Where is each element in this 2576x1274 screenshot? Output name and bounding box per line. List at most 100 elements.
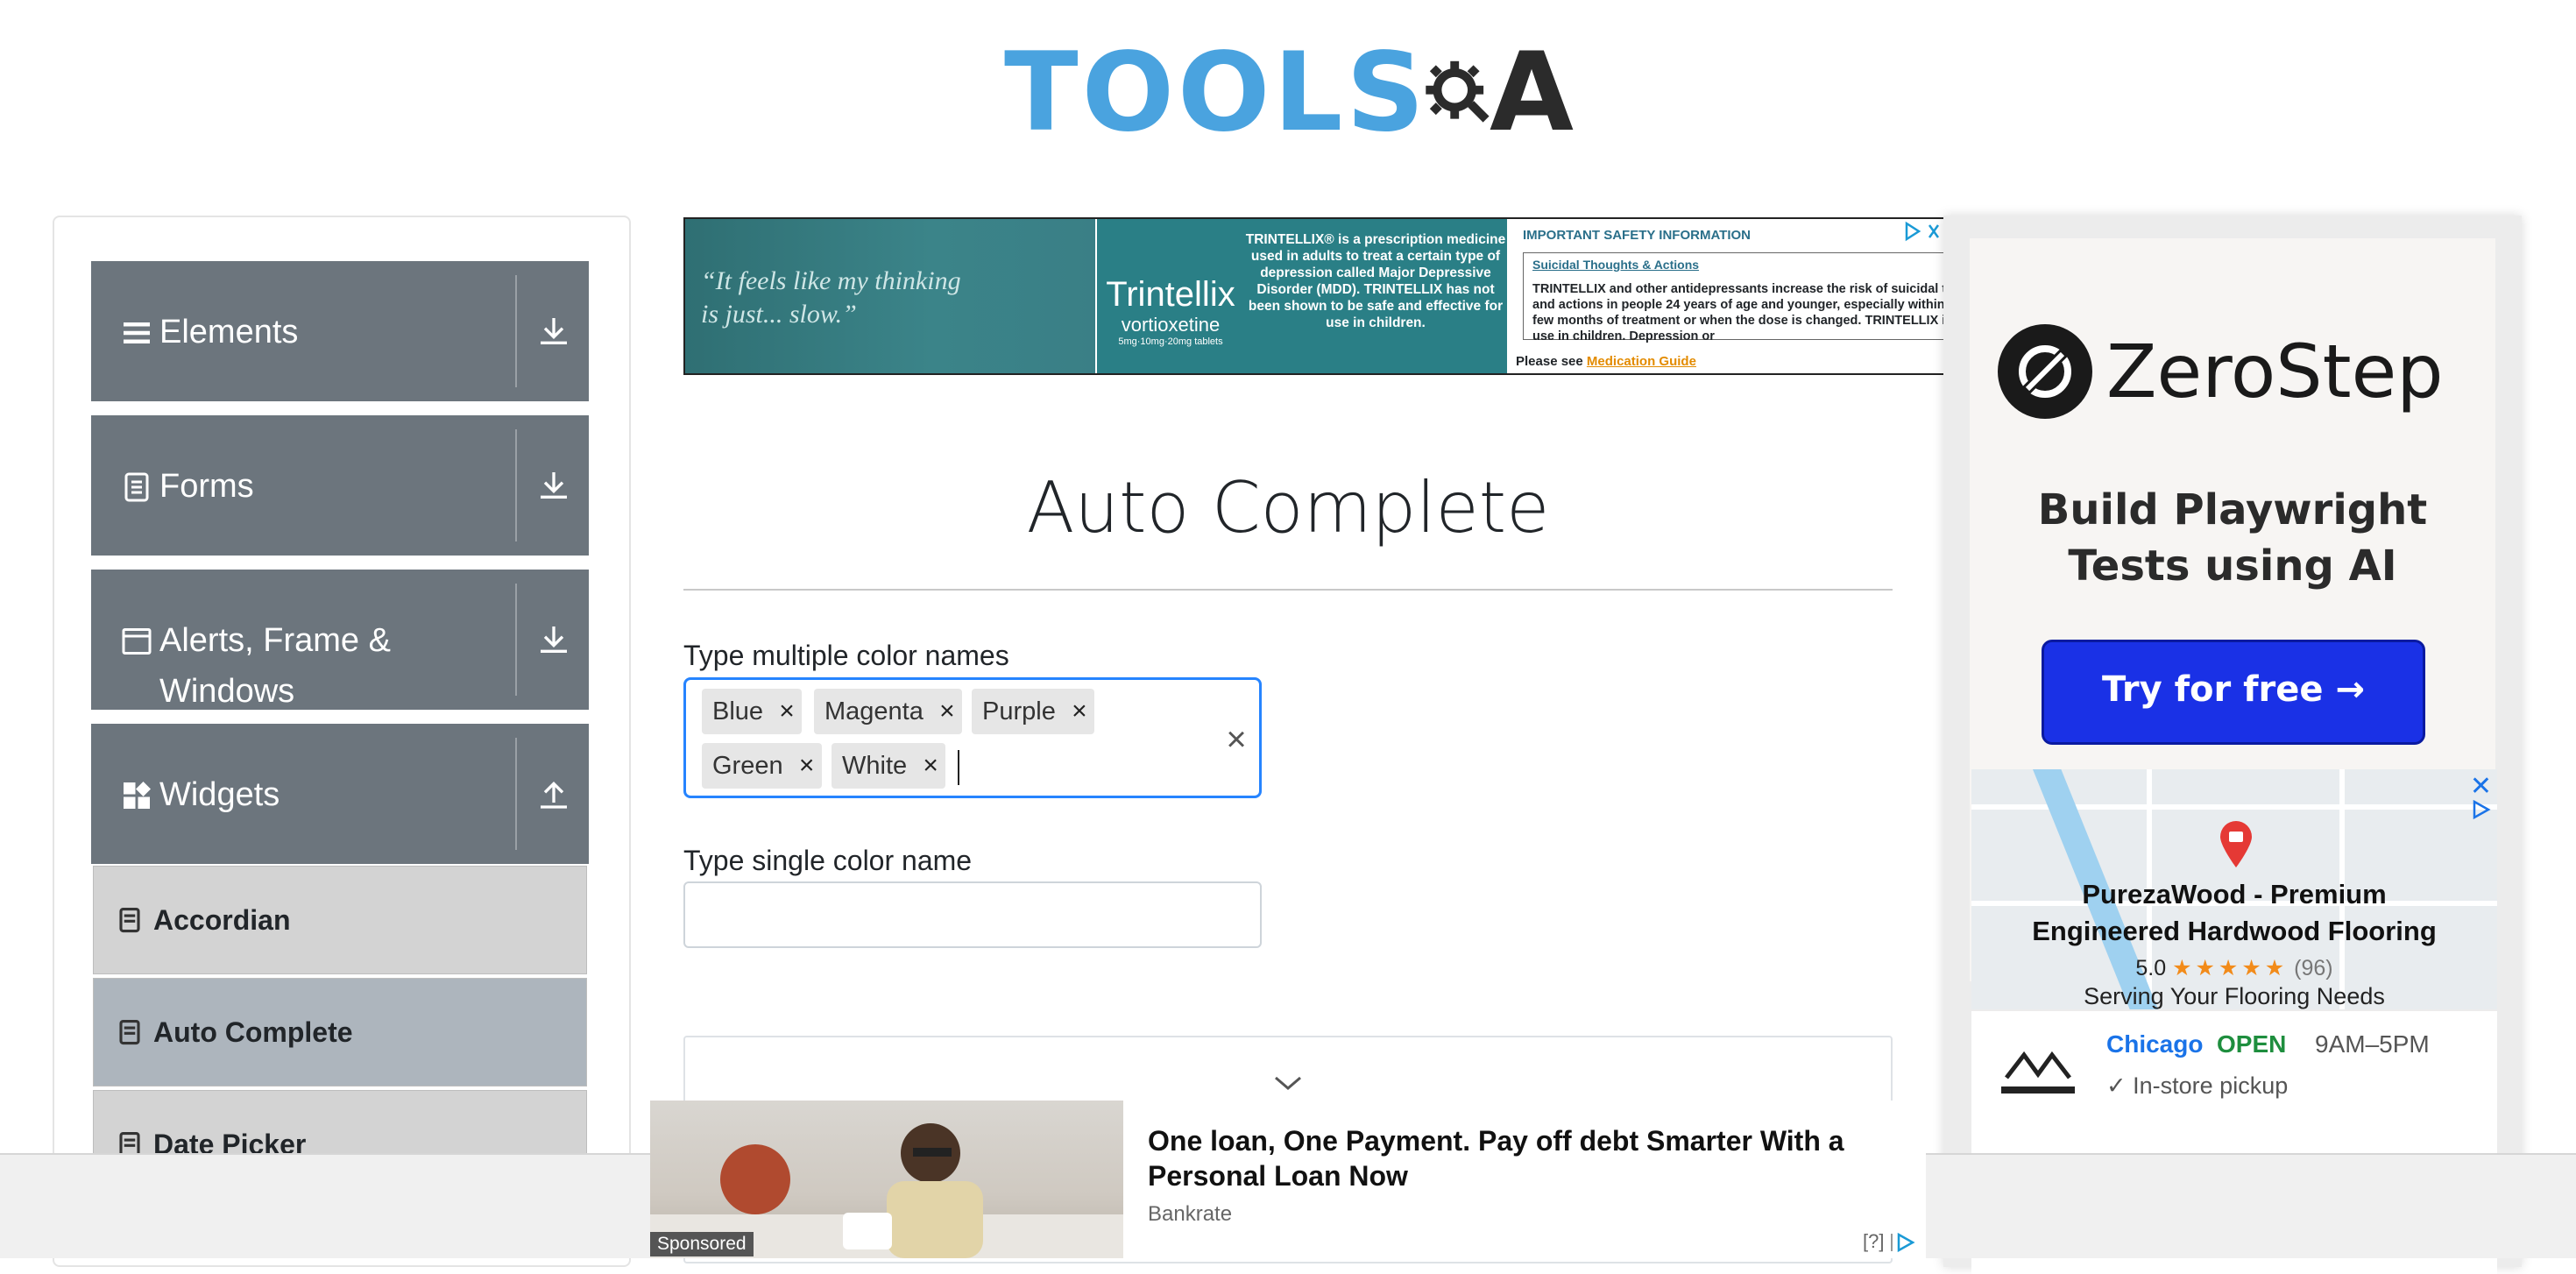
try-for-free-button[interactable]: Try for free → xyxy=(2042,640,2425,745)
sponsored-badge: Sponsored xyxy=(650,1232,754,1256)
chip-label: Magenta xyxy=(824,697,924,725)
ad-help-text[interactable]: [?] xyxy=(1863,1230,1884,1252)
business-rating: 5.0 ★★★★★ (96) xyxy=(1971,955,2497,981)
ad-medication-guide-link[interactable]: Medication Guide xyxy=(1587,354,1696,369)
review-count: (96) xyxy=(2294,956,2333,980)
sidebar-group-elements[interactable]: Elements xyxy=(91,261,589,401)
chip-label: Green xyxy=(712,751,783,780)
chip-remove-button[interactable]: × xyxy=(916,743,945,789)
adchoices-icon[interactable] xyxy=(1903,221,1942,242)
zerostep-subtitle-line2: Tests using AI xyxy=(2068,541,2397,591)
sidebar-group-label-line2: Windows xyxy=(159,673,295,710)
business-city-link[interactable]: Chicago xyxy=(2106,1030,2203,1058)
clear-all-button[interactable]: × xyxy=(1215,715,1257,764)
ad-brand-panel: Trintellix vortioxetine 5mg·10mg·20mg ta… xyxy=(1097,219,1244,373)
ad-brand-dose: 5mg·10mg·20mg tablets xyxy=(1118,336,1223,347)
divider xyxy=(515,429,517,541)
ad-safety-info: IMPORTANT SAFETY INFORMATION Suicidal Th… xyxy=(1507,219,1943,373)
zerostep-logo-icon xyxy=(1998,324,2092,419)
widgets-icon xyxy=(124,782,151,809)
left-sidebar: Elements Forms Alerts, Frame & Windows Wi… xyxy=(53,216,631,1267)
logo-text-tools: TOOLS xyxy=(1004,30,1428,156)
adchoices-icon[interactable] xyxy=(2471,799,2492,820)
sidebar-group-label: Widgets xyxy=(159,776,280,813)
chip-label: Purple xyxy=(982,697,1056,725)
color-chip-blue: Blue × xyxy=(702,689,803,734)
color-chip-purple: Purple × xyxy=(972,689,1094,734)
business-name-line1: PurezaWood - Premium xyxy=(2082,879,2387,909)
ad-brand-generic: vortioxetine xyxy=(1121,314,1221,336)
ad-help-link[interactable]: [?] xyxy=(1863,1230,1916,1253)
ad-photo: Sponsored xyxy=(650,1101,1123,1258)
business-name-line2: Engineered Hardwood Flooring xyxy=(2032,916,2437,946)
download-icon[interactable] xyxy=(536,314,571,349)
upload-icon[interactable] xyxy=(536,776,571,811)
multi-color-label: Type multiple color names xyxy=(683,640,1009,671)
sidebar-group-label: Elements xyxy=(159,314,299,350)
sidebar-group-forms[interactable]: Forms xyxy=(91,415,589,556)
single-color-input[interactable] xyxy=(683,881,1262,948)
ad-isi-text: TRINTELLIX and other antidepressants inc… xyxy=(1532,282,1945,343)
pickup-label: In-store pickup xyxy=(2133,1072,2289,1099)
chip-label: White xyxy=(842,751,908,780)
ad-isi-box[interactable]: Suicidal Thoughts & Actions TRINTELLIX a… xyxy=(1523,252,1943,343)
sidebar-group-label: Alerts, Frame & Windows xyxy=(159,615,391,717)
check-icon: ✓ xyxy=(2106,1072,2127,1099)
map-close-icon[interactable]: ✕ xyxy=(2470,771,2492,802)
sidebar-group-alerts-frame-windows[interactable]: Alerts, Frame & Windows xyxy=(91,570,589,710)
page-title: Auto Complete xyxy=(1026,467,1550,549)
color-chip-green: Green × xyxy=(702,743,822,789)
sidebar-group-label-line1: Alerts, Frame & xyxy=(159,622,391,659)
color-chip-magenta: Magenta × xyxy=(814,689,962,734)
hamburger-icon xyxy=(124,322,150,343)
toolsqa-logo[interactable]: TOOLS A xyxy=(1004,23,1574,163)
download-icon[interactable] xyxy=(536,622,571,657)
rating-value: 5.0 xyxy=(2135,956,2167,980)
purezawood-logo-icon xyxy=(2001,1051,2075,1094)
chip-remove-button[interactable]: × xyxy=(772,689,802,734)
open-status: OPEN xyxy=(2217,1030,2287,1058)
chip-remove-button[interactable]: × xyxy=(792,743,822,789)
zerostep-subtitle: Build Playwright Tests using AI xyxy=(1970,482,2495,594)
chip-remove-button[interactable]: × xyxy=(1065,689,1094,734)
sidebar-group-widgets[interactable]: Widgets xyxy=(91,724,589,864)
zerostep-brand: ZeroStep xyxy=(2106,329,2444,414)
sidebar-item-label: Accordian xyxy=(153,904,291,936)
ad-headline[interactable]: One loan, One Payment. Pay off debt Smar… xyxy=(1148,1123,1901,1193)
text-caret xyxy=(958,750,959,785)
sidebar-item-auto-complete[interactable]: Auto Complete xyxy=(93,978,587,1086)
multi-color-input[interactable]: Blue × Magenta × Purple × Green × White × × xyxy=(683,677,1262,798)
window-icon xyxy=(122,628,152,655)
ad-photo: “It feels like my thinking is just... sl… xyxy=(685,219,1095,373)
ad-isi-heading: IMPORTANT SAFETY INFORMATION xyxy=(1523,228,1751,243)
list-doc-icon xyxy=(119,907,140,933)
sidebar-item-accordian[interactable]: Accordian xyxy=(93,866,587,974)
divider xyxy=(515,738,517,850)
ad-description: TRINTELLIX® is a prescription medicine u… xyxy=(1244,219,1507,373)
map-pin-icon xyxy=(2220,821,2252,867)
ad-isi-subheading[interactable]: Suicidal Thoughts & Actions xyxy=(1532,257,1943,272)
top-banner-ad[interactable]: “It feels like my thinking is just... sl… xyxy=(683,217,1945,375)
ad-isi-footer: Please see Medication Guide xyxy=(1516,354,1696,369)
download-icon[interactable] xyxy=(536,468,571,503)
sidebar-group-label: Forms xyxy=(159,468,254,505)
sidebar-item-label: Auto Complete xyxy=(153,1016,353,1048)
list-doc-icon xyxy=(119,1019,140,1045)
map-ad[interactable]: ✕ PurezaWood - Premium Engineered Hardwo… xyxy=(1971,769,2497,1009)
bottom-sponsored-ad[interactable]: Sponsored One loan, One Payment. Pay off… xyxy=(650,1101,1926,1258)
zerostep-subtitle-line1: Build Playwright xyxy=(2037,485,2428,534)
logo-text-a: A xyxy=(1490,30,1574,156)
right-side-ad[interactable]: ZeroStep Build Playwright Tests using AI … xyxy=(1943,216,2522,1274)
rating-stars-icon: ★★★★★ xyxy=(2172,956,2289,980)
chevron-down-icon[interactable] xyxy=(1272,1072,1304,1094)
adchoices-icon[interactable] xyxy=(1890,1232,1916,1253)
chip-remove-button[interactable]: × xyxy=(932,689,962,734)
single-color-label: Type single color name xyxy=(683,845,973,876)
zerostep-mark-icon xyxy=(2019,345,2071,398)
ad-brand-name: Trintellix xyxy=(1106,275,1235,314)
color-chip-white: White × xyxy=(832,743,946,789)
ad-source: Bankrate xyxy=(1148,1202,1233,1226)
in-store-pickup: ✓ In-store pickup xyxy=(2106,1072,2288,1100)
chip-label: Blue xyxy=(712,697,764,725)
business-tagline: Serving Your Flooring Needs xyxy=(2084,983,2385,1009)
